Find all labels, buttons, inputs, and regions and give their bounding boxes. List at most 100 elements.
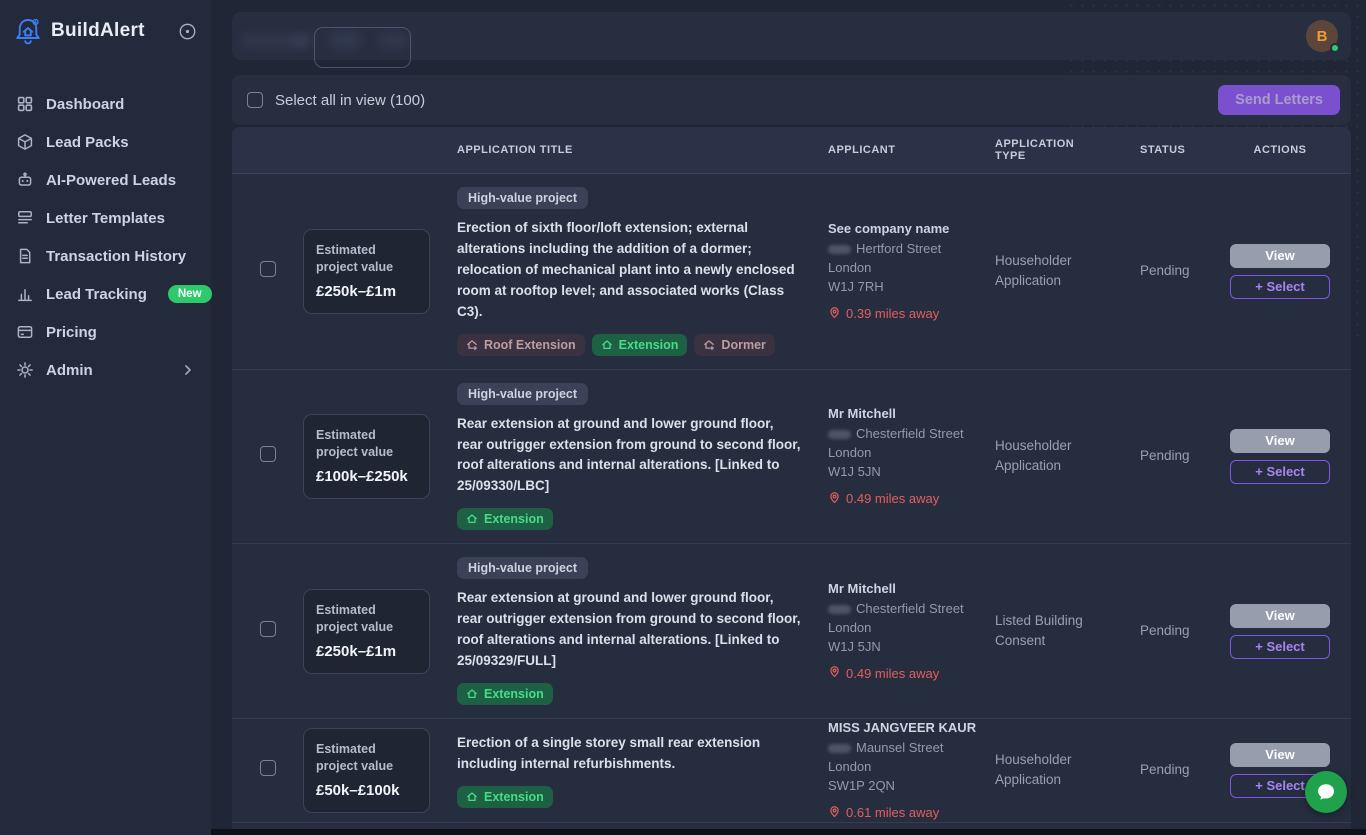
applicant-city: London xyxy=(828,444,977,463)
column-header-application-title: APPLICATION TITLE xyxy=(457,144,828,156)
status: Pending xyxy=(1140,623,1190,638)
status: Pending xyxy=(1140,263,1190,278)
table-row: Estimated project value £100k–£250k High… xyxy=(232,369,1351,544)
file-icon xyxy=(16,247,34,265)
tag-list: Roof Extension Extension Dormer xyxy=(457,334,775,356)
redacted-house-number xyxy=(828,605,851,614)
house-plus-icon xyxy=(466,339,478,351)
applicant-postcode: SW1P 2QN xyxy=(828,777,977,796)
template-icon xyxy=(16,209,34,227)
send-letters-button[interactable]: Send Letters xyxy=(1218,85,1340,115)
table-row: Estimated project value £250k–£1m High-v… xyxy=(232,543,1351,718)
distance: 0.39 miles away xyxy=(828,306,977,322)
applicant-name: Mr Mitchell xyxy=(828,581,977,596)
sidebar-item-pricing[interactable]: Pricing xyxy=(0,313,211,351)
sidebar-item-label: Pricing xyxy=(46,324,97,341)
application-title: Rear extension at ground and lower groun… xyxy=(457,588,802,672)
row-checkbox[interactable] xyxy=(260,446,276,462)
tag-list: Extension xyxy=(457,508,553,530)
row-checkbox[interactable] xyxy=(260,261,276,277)
estimated-value-box: Estimated project value £250k–£1m xyxy=(303,589,430,674)
gear-icon xyxy=(16,361,34,379)
row-checkbox[interactable] xyxy=(260,621,276,637)
tag-dormer: Dormer xyxy=(694,334,774,356)
robot-icon xyxy=(16,171,34,189)
estimated-value-label: Estimated project value xyxy=(316,741,417,776)
new-badge: New xyxy=(168,285,212,303)
application-title: Rear extension at ground and lower groun… xyxy=(457,414,802,498)
sidebar-item-ai-powered-leads[interactable]: AI-Powered Leads xyxy=(0,161,211,199)
sidebar-item-transaction-history[interactable]: Transaction History xyxy=(0,237,211,275)
distance: 0.61 miles away xyxy=(828,805,977,821)
location-pin-icon xyxy=(828,665,841,681)
view-button[interactable]: View xyxy=(1230,604,1330,628)
tag-extension: Extension xyxy=(457,508,553,530)
tag-roof-extension: Roof Extension xyxy=(457,334,585,356)
house-icon xyxy=(466,513,478,525)
distance-label: 0.39 miles away xyxy=(846,306,939,321)
sidebar-item-label: Transaction History xyxy=(46,248,186,265)
table-header: APPLICATION TITLE APPLICANT APPLICATION … xyxy=(232,127,1351,174)
location-pin-icon xyxy=(828,306,841,322)
high-value-badge: High-value project xyxy=(457,187,588,209)
house-icon xyxy=(466,791,478,803)
redacted-tab[interactable] xyxy=(314,27,411,68)
high-value-badge: High-value project xyxy=(457,383,588,405)
location-pin-icon xyxy=(828,805,841,821)
cube-icon xyxy=(16,133,34,151)
estimated-value-label: Estimated project value xyxy=(316,242,417,277)
card-icon xyxy=(16,323,34,341)
estimated-value-amount: £50k–£100k xyxy=(316,782,417,799)
location-pin-icon xyxy=(828,491,841,507)
tag-extension: Extension xyxy=(457,786,553,808)
estimated-value-box: Estimated project value £50k–£100k xyxy=(303,728,430,813)
chevron-right-icon xyxy=(181,363,195,377)
applicant-postcode: W1J 7RH xyxy=(828,278,977,297)
sidebar-item-admin[interactable]: Admin xyxy=(0,351,211,389)
sidebar-item-dashboard[interactable]: Dashboard xyxy=(0,85,211,123)
house-icon xyxy=(601,339,613,351)
estimated-value-label: Estimated project value xyxy=(316,602,417,637)
dashboard-icon xyxy=(16,95,34,113)
sidebar-collapse-icon[interactable] xyxy=(178,22,197,41)
application-title: Erection of a single storey small rear e… xyxy=(457,733,802,775)
applicant-street: Chesterfield Street xyxy=(828,425,977,444)
select-button[interactable]: + Select xyxy=(1230,275,1330,299)
user-avatar[interactable]: B xyxy=(1306,20,1338,52)
house-plus-icon xyxy=(703,339,715,351)
status: Pending xyxy=(1140,448,1190,463)
sidebar: BuildAlert DashboardLead PacksAI-Powered… xyxy=(0,0,211,835)
select-all-checkbox[interactable] xyxy=(247,92,263,108)
estimated-value-label: Estimated project value xyxy=(316,427,417,462)
column-header-application-type: APPLICATION TYPE xyxy=(995,138,1140,162)
select-button[interactable]: + Select xyxy=(1230,460,1330,484)
view-button[interactable]: View xyxy=(1230,743,1330,767)
applicant-street: Chesterfield Street xyxy=(828,600,977,619)
select-all-bar: Select all in view (100) Send Letters xyxy=(232,75,1351,125)
table-row: Estimated project value £250k–£1m High-v… xyxy=(232,174,1351,369)
sidebar-item-lead-tracking[interactable]: Lead TrackingNew xyxy=(0,275,211,313)
select-button[interactable]: + Select xyxy=(1230,635,1330,659)
sidebar-item-letter-templates[interactable]: Letter Templates xyxy=(0,199,211,237)
table-row: High-value project xyxy=(232,822,1351,829)
distance-label: 0.49 miles away xyxy=(846,491,939,506)
applications-table: APPLICATION TITLE APPLICANT APPLICATION … xyxy=(232,127,1351,829)
chat-widget-button[interactable] xyxy=(1305,771,1347,813)
tag-extension: Extension xyxy=(592,334,688,356)
tag-list: Extension xyxy=(457,786,553,808)
redacted-text-blob xyxy=(292,36,310,47)
view-button[interactable]: View xyxy=(1230,429,1330,453)
estimated-value-amount: £100k–£250k xyxy=(316,468,417,485)
row-checkbox[interactable] xyxy=(260,760,276,776)
redacted-house-number xyxy=(828,430,851,439)
sidebar-item-lead-packs[interactable]: Lead Packs xyxy=(0,123,211,161)
applicant-street: Hertford Street xyxy=(828,240,977,259)
view-button[interactable]: View xyxy=(1230,244,1330,268)
estimated-value-amount: £250k–£1m xyxy=(316,283,417,300)
applicant-name: Mr Mitchell xyxy=(828,406,977,421)
application-type: Householder Application xyxy=(995,253,1072,288)
application-type: Householder Application xyxy=(995,438,1072,473)
estimated-value-box: Estimated project value £250k–£1m xyxy=(303,229,430,314)
sidebar-item-label: Dashboard xyxy=(46,96,124,113)
distance: 0.49 miles away xyxy=(828,665,977,681)
